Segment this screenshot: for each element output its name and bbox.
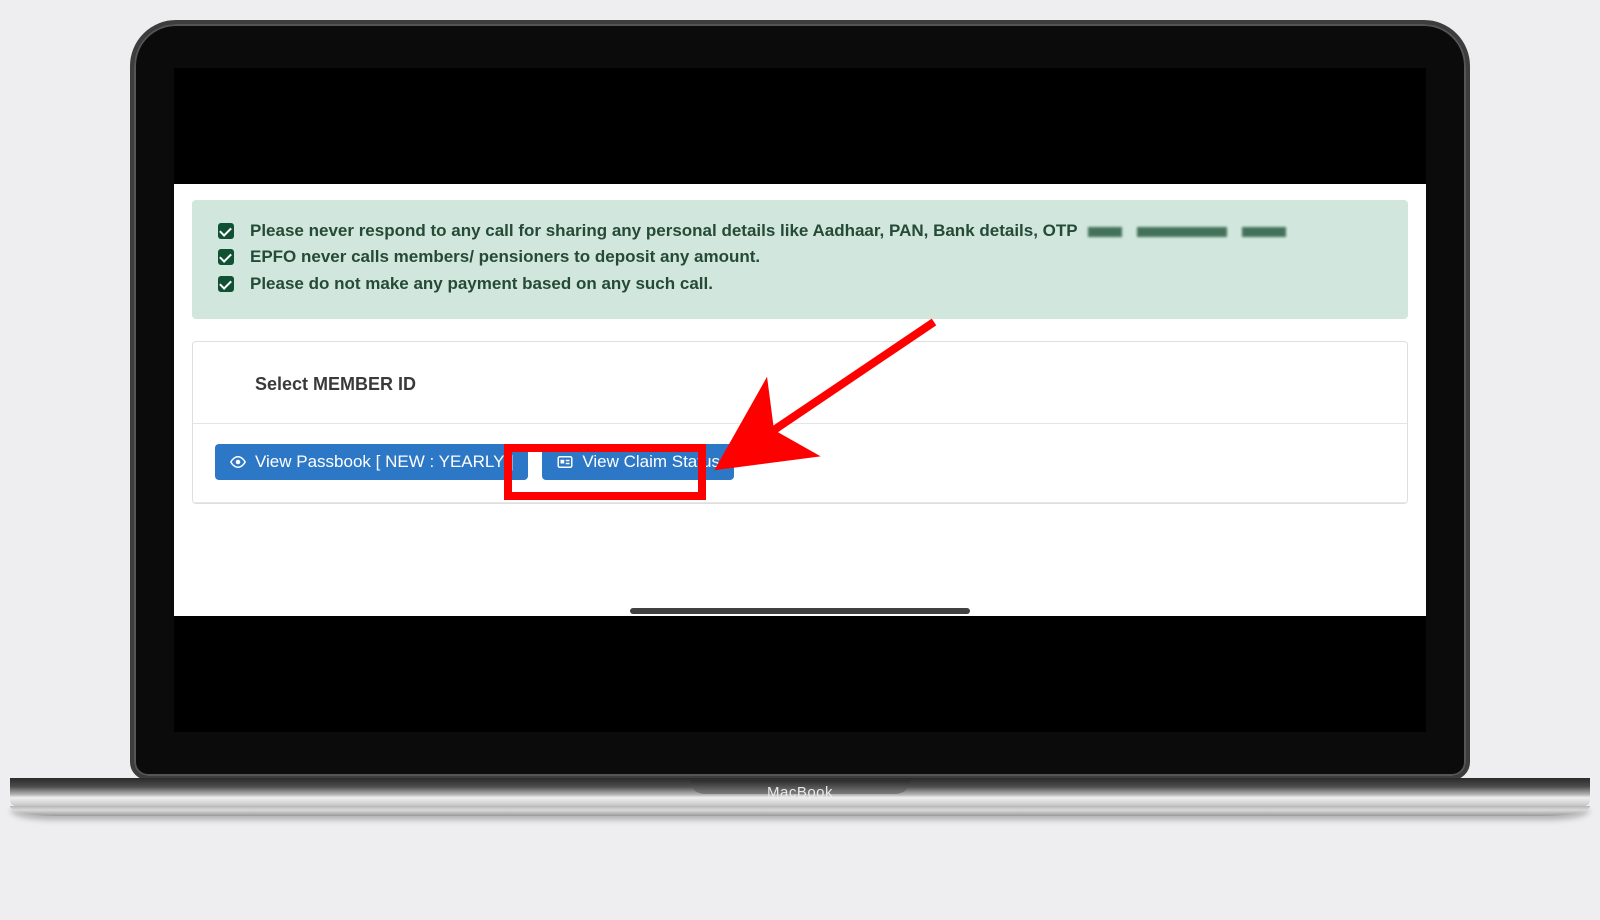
advisory-item: Please never respond to any call for sha… xyxy=(214,218,1386,244)
horizontal-scrollbar[interactable] xyxy=(630,608,970,614)
eye-icon xyxy=(229,453,247,471)
advisory-item-text: Please never respond to any call for sha… xyxy=(250,221,1077,240)
redacted-block xyxy=(1137,227,1227,237)
redacted-block xyxy=(1242,227,1286,237)
redacted-block xyxy=(1088,227,1122,237)
web-viewport: Please never respond to any call for sha… xyxy=(174,184,1426,616)
button-label: View Claim Status xyxy=(582,452,720,472)
advisory-item: EPFO never calls members/ pensioners to … xyxy=(214,244,1386,270)
view-claim-status-button[interactable]: View Claim Status xyxy=(542,444,734,480)
id-card-icon xyxy=(556,453,574,471)
laptop-base: MacBook xyxy=(10,778,1590,816)
laptop-screen-bezel: Please never respond to any call for sha… xyxy=(130,20,1470,780)
laptop-brand-label: MacBook xyxy=(767,784,833,801)
laptop-screen: Please never respond to any call for sha… xyxy=(174,68,1426,732)
advisory-item-text: Please do not make any payment based on … xyxy=(250,274,713,293)
advisory-item: Please do not make any payment based on … xyxy=(214,271,1386,297)
card-body: View Passbook [ NEW : YEARLY ] View Clai… xyxy=(193,424,1407,503)
advisory-alert: Please never respond to any call for sha… xyxy=(192,200,1408,319)
advisory-item-text: EPFO never calls members/ pensioners to … xyxy=(250,247,760,266)
card-title: Select MEMBER ID xyxy=(193,342,1407,424)
view-passbook-button[interactable]: View Passbook [ NEW : YEARLY ] xyxy=(215,444,528,480)
laptop-mockup: Please never respond to any call for sha… xyxy=(130,20,1470,816)
member-id-card: Select MEMBER ID View Passbook [ NEW : Y… xyxy=(192,341,1408,504)
button-label: View Passbook [ NEW : YEARLY ] xyxy=(255,452,514,472)
